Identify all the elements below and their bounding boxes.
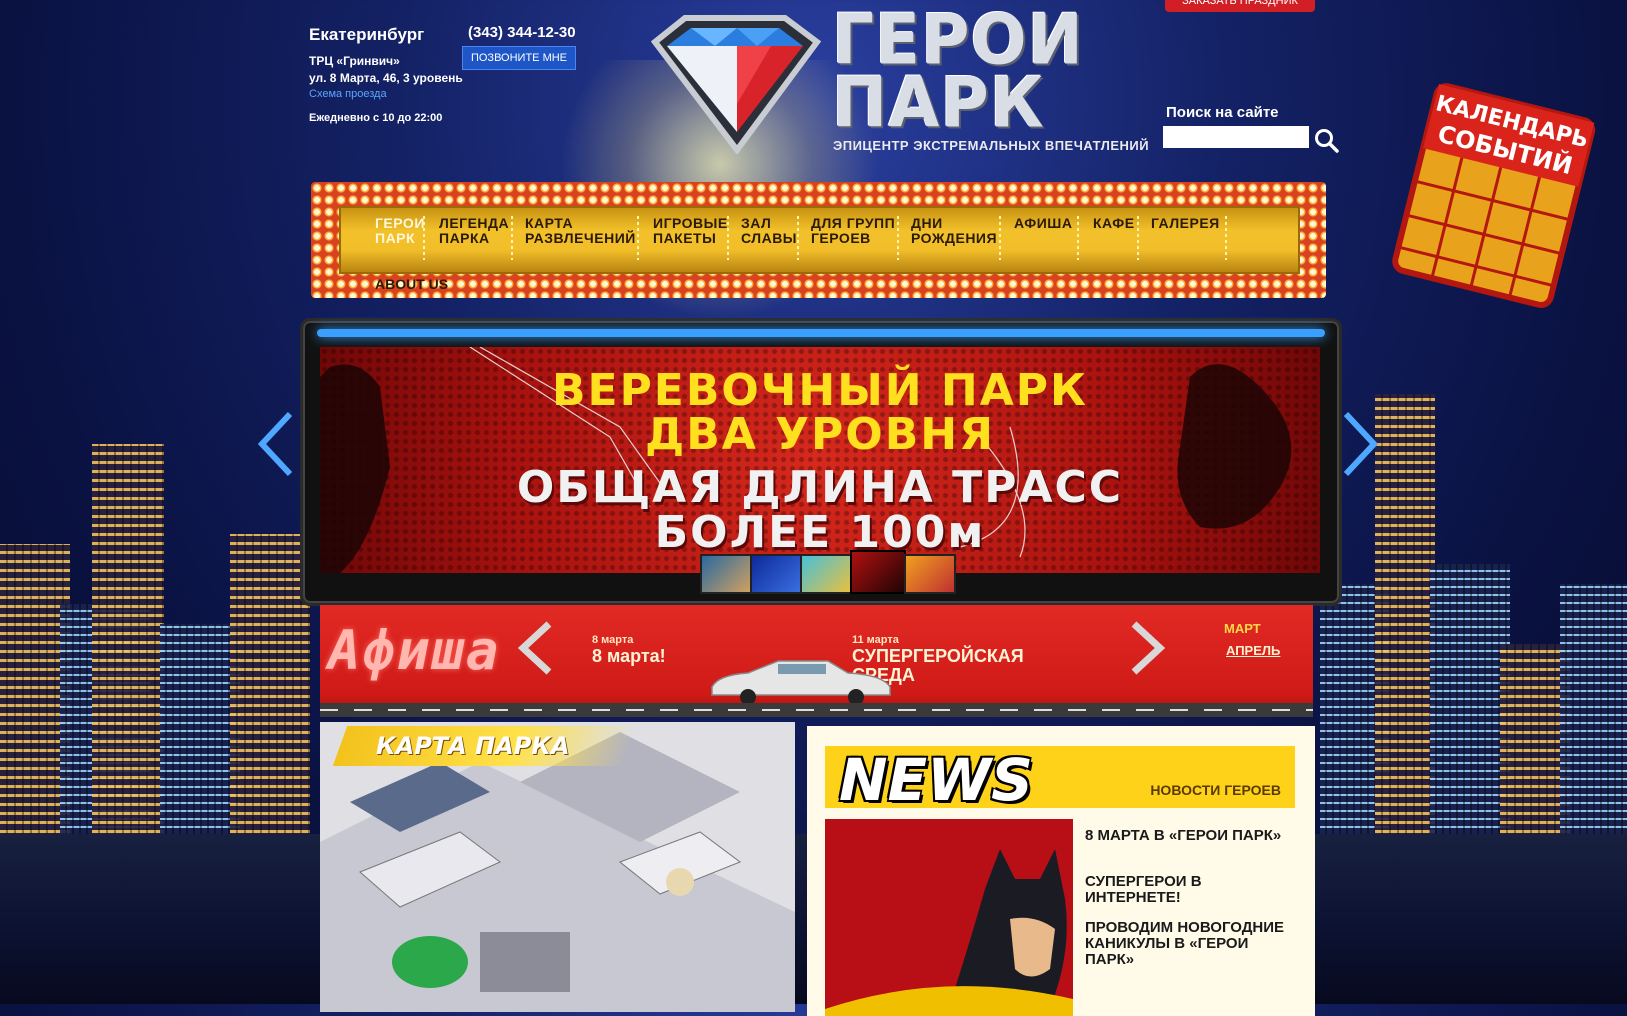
slider-light-bar <box>317 329 1325 337</box>
logo-title[interactable]: ГЕРОИ ПАРК <box>832 5 1084 144</box>
news-header: NEWS НОВОСТИ ГЕРОЕВ <box>825 746 1295 814</box>
slider-prev-arrow-icon[interactable] <box>256 410 296 478</box>
event-date: 11 марта <box>852 634 899 646</box>
news-item[interactable]: 8 МАРТА В «ГЕРОИ ПАРК» <box>1085 828 1285 844</box>
nav-item-legend[interactable]: ЛЕГЕНДА ПАРКА <box>439 216 509 246</box>
opening-hours: Ежедневно с 10 до 22:00 <box>309 112 443 124</box>
afisha-next-arrow-icon[interactable] <box>1128 620 1168 676</box>
order-party-button[interactable]: ЗАКАЗАТЬ ПРАЗДНИК <box>1165 0 1315 12</box>
logo-tagline: ЭПИЦЕНТР ЭКСТРЕМАЛЬНЫХ ВПЕЧАТЛЕНИЙ <box>833 138 1150 153</box>
search-icon[interactable] <box>1314 128 1340 154</box>
news-item[interactable]: ПРОВОДИМ НОВОГОДНИЕ КАНИКУЛЫ В «ГЕРОИ ПА… <box>1085 920 1285 968</box>
slider-thumb[interactable] <box>800 554 852 594</box>
news-subtitle: НОВОСТИ ГЕРОЕВ <box>1150 782 1281 798</box>
nav-item-groups[interactable]: ДЛЯ ГРУПП ГЕРОЕВ <box>811 216 895 246</box>
nav-item-heroes-park[interactable]: ГЕРОИ ПАРК <box>375 216 425 246</box>
mall-name: ТРЦ «Гринвич» <box>309 54 400 68</box>
search-label: Поиск на сайте <box>1166 104 1279 121</box>
map-title: КАРТА ПАРКА <box>376 732 570 760</box>
search-input[interactable] <box>1163 126 1309 148</box>
slider-thumb-active[interactable] <box>850 550 906 594</box>
main-navigation: ГЕРОИ ПАРК ЛЕГЕНДА ПАРКА КАРТА РАЗВЛЕЧЕНИЙ … <box>311 182 1326 298</box>
nav-item-map[interactable]: КАРТА РАЗВЛЕЧЕНИЙ <box>525 216 636 246</box>
city-name: Екатеринбург <box>309 25 425 44</box>
slider-next-arrow-icon[interactable] <box>1340 410 1380 478</box>
logo-title-line2: ПАРК <box>832 62 1045 144</box>
news-logo: NEWS <box>839 746 1033 814</box>
road-strip <box>320 703 1313 717</box>
nav-item-game-packages[interactable]: ИГРОВЫЕ ПАКЕТЫ <box>653 216 728 246</box>
afisha-title: Афиша <box>328 619 501 682</box>
nav-item-birthdays[interactable]: ДНИ РОЖДЕНИЯ <box>911 216 997 246</box>
route-map-link[interactable]: Схема проезда <box>309 88 387 100</box>
events-calendar-badge[interactable]: КАЛЕНДАРЬ СОБЫТИЙ <box>1385 70 1600 315</box>
afisha-prev-arrow-icon[interactable] <box>515 620 555 676</box>
phone-number[interactable]: (343) 344-12-30 <box>468 24 576 41</box>
slide-rope-park[interactable]: ВЕРЕВОЧНЫЙ ПАРК ДВА УРОВНЯ ОБЩАЯ ДЛИНА Т… <box>320 347 1320 573</box>
news-image[interactable] <box>825 819 1073 1016</box>
diamond-logo-icon[interactable] <box>645 14 825 154</box>
month-april[interactable]: АПРЕЛЬ <box>1226 643 1280 658</box>
nav-item-hall-of-fame[interactable]: ЗАЛ СЛАВЫ <box>741 216 797 246</box>
nav-item-afisha[interactable]: АФИША <box>1014 216 1072 231</box>
retro-car-image <box>711 660 891 705</box>
nav-item-about-us[interactable]: ABOUT US <box>375 276 448 292</box>
address: ул. 8 Марта, 46, 3 уровень <box>309 71 463 85</box>
nav-item-gallery[interactable]: ГАЛЕРЕЯ <box>1151 216 1220 231</box>
month-march[interactable]: МАРТ <box>1224 621 1261 636</box>
call-me-button[interactable]: ПОЗВОНИТЕ МНЕ <box>462 46 576 70</box>
event-date: 8 марта <box>592 634 634 646</box>
slider-thumb[interactable] <box>700 554 752 594</box>
slider-thumb[interactable] <box>904 554 956 594</box>
park-map-card[interactable]: КАРТА ПАРКА <box>320 722 795 1012</box>
slide-headline-3: ОБЩАЯ ДЛИНА ТРАСС <box>516 462 1124 513</box>
news-item[interactable]: СУПЕРГЕРОИ В ИНТЕРНЕТЕ! <box>1085 874 1285 906</box>
slider-thumb[interactable] <box>750 554 802 594</box>
slide-headline-4: БОЛЕЕ 100м <box>654 507 986 558</box>
event-title[interactable]: 8 марта! <box>592 647 666 666</box>
nav-bar: ГЕРОИ ПАРК ЛЕГЕНДА ПАРКА КАРТА РАЗВЛЕЧЕНИЙ … <box>339 206 1300 274</box>
slide-headline-2: ДВА УРОВНЯ <box>645 409 995 460</box>
nav-item-cafe[interactable]: КАФЕ <box>1093 216 1135 231</box>
batman-illustration <box>825 849 1073 1016</box>
afisha-bar: Афиша 8 марта 8 марта! 11 марта СУПЕРГЕР… <box>320 605 1313 717</box>
news-panel: NEWS НОВОСТИ ГЕРОЕВ 8 МАРТА В «ГЕРОИ ПАР… <box>807 726 1315 1016</box>
